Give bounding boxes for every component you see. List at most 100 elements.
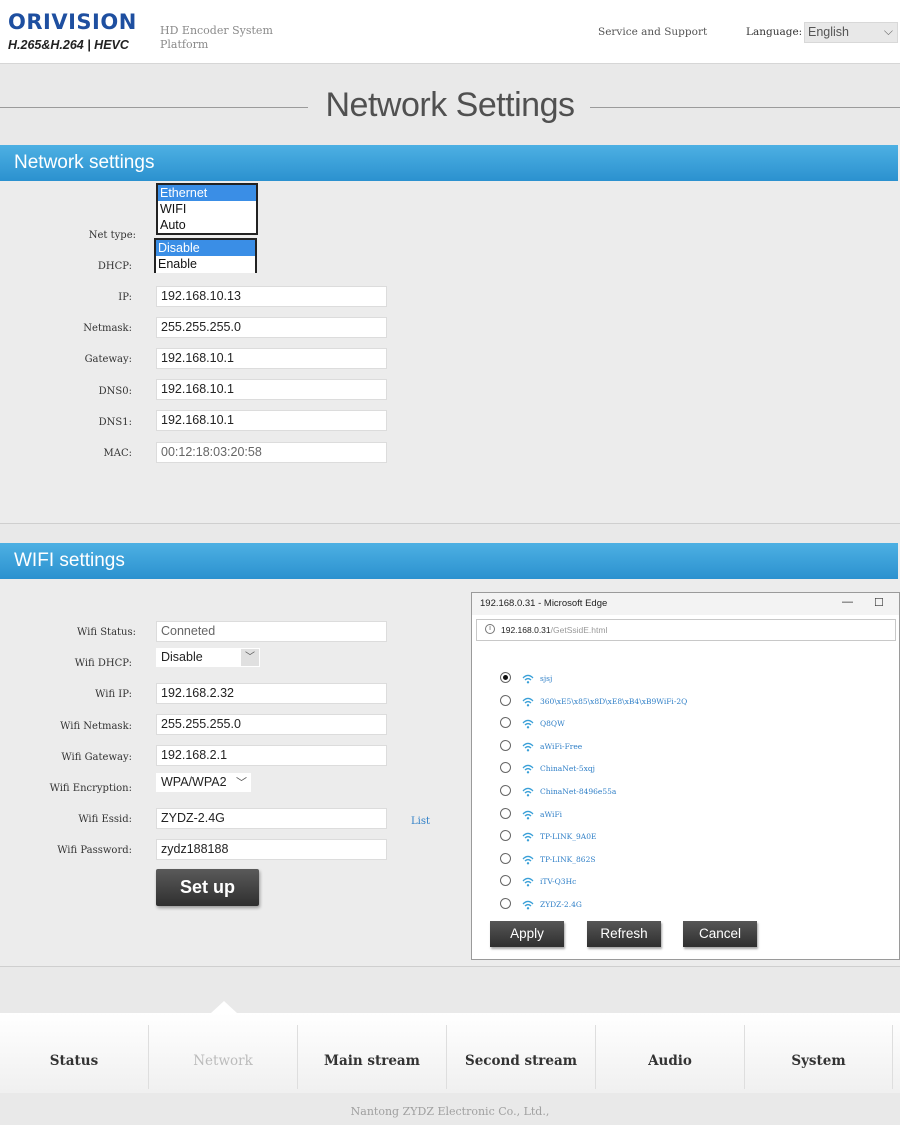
- ssid-radio[interactable]: [500, 672, 511, 683]
- ssid-radio[interactable]: [500, 694, 511, 706]
- wifi-signal-icon: [522, 694, 534, 707]
- ssid-radio[interactable]: [500, 852, 511, 864]
- ssid-name: iTV-Q3Hc: [540, 877, 577, 887]
- chevron-down-icon: ⌵: [883, 24, 893, 38]
- dhcp-option[interactable]: Enable: [156, 256, 255, 272]
- nav-item-audio[interactable]: Audio: [596, 1025, 745, 1089]
- ssid-name: aWiFi-Free: [540, 741, 583, 751]
- page-title: Network Settings: [0, 86, 900, 125]
- apply-button[interactable]: Apply: [490, 921, 564, 947]
- ssid-name: TP-LINK_9A0E: [540, 832, 597, 842]
- cancel-button[interactable]: Cancel: [683, 921, 757, 947]
- url-path: /GetSsidE.html: [550, 625, 608, 635]
- nav-active-indicator: [211, 1001, 237, 1013]
- wifi-gateway-label: Wifi Gateway:: [61, 752, 132, 763]
- platform-title: HD Encoder System Platform: [160, 24, 273, 51]
- refresh-button[interactable]: Refresh: [587, 921, 661, 947]
- ssid-radio[interactable]: [500, 785, 511, 796]
- chevron-down-icon: ﹀: [236, 777, 247, 789]
- wifi-encryption-value: WPA/WPA2: [161, 775, 227, 789]
- wifi-signal-icon: [522, 897, 534, 910]
- ssid-radio[interactable]: [500, 739, 511, 751]
- wifi-status-label: Wifi Status:: [77, 627, 136, 638]
- net-type-listbox[interactable]: Ethernet WIFI Auto: [156, 183, 258, 235]
- network-settings-panel: Network settings: [0, 145, 900, 524]
- gateway-input[interactable]: 192.168.10.1: [156, 348, 387, 369]
- dns0-label: DNS0:: [98, 386, 132, 397]
- ssid-name: TP-LINK_862S: [540, 854, 596, 864]
- ssid-radio[interactable]: [500, 898, 511, 909]
- nav-item-network[interactable]: Network: [149, 1025, 298, 1089]
- url-host: 192.168.0.31: [501, 625, 551, 635]
- ip-input[interactable]: 192.168.10.13: [156, 286, 387, 307]
- mac-field: 00:12:18:03:20:58: [156, 442, 387, 463]
- ssid-list-link[interactable]: List: [411, 816, 430, 827]
- net-type-label: Net type:: [88, 230, 136, 241]
- ssid-name: aWiFi: [540, 809, 563, 819]
- wifi-password-input[interactable]: zydz188188: [156, 839, 387, 860]
- ssid-name: sjsj: [540, 674, 553, 683]
- wifi-signal-icon: [522, 784, 534, 797]
- wifi-password-label: Wifi Password:: [57, 845, 132, 856]
- net-type-option[interactable]: Auto: [158, 217, 256, 233]
- wifi-dhcp-value: Disable: [161, 650, 203, 664]
- wifi-encryption-label: Wifi Encryption:: [49, 783, 132, 794]
- top-header: ORIVISION H.265&H.264 | HEVC HD Encoder …: [0, 0, 900, 64]
- nav-item-main-stream[interactable]: Main stream: [298, 1025, 447, 1089]
- wifi-essid-input[interactable]: ZYDZ-2.4G: [156, 808, 387, 829]
- ssid-name: ChinaNet-8496e55a: [540, 787, 617, 796]
- language-select[interactable]: English ⌵: [804, 22, 898, 43]
- service-support-link[interactable]: Service and Support: [598, 26, 707, 38]
- wifi-signal-icon: [522, 874, 534, 887]
- info-icon: i: [485, 624, 495, 634]
- minimize-icon[interactable]: —: [842, 596, 853, 608]
- ssid-name: 360\xE5\x85\x8D\xE8\xB4\xB9WiFi-2Q: [540, 696, 688, 706]
- wifi-dhcp-label: Wifi DHCP:: [74, 658, 132, 669]
- nav-item-status[interactable]: Status: [0, 1025, 149, 1089]
- mac-label: MAC:: [103, 448, 132, 459]
- wifi-essid-label: Wifi Essid:: [78, 814, 132, 825]
- popup-address-bar[interactable]: i 192.168.0.31/GetSsidE.html: [476, 619, 896, 641]
- setup-button[interactable]: Set up: [156, 869, 259, 906]
- net-type-option[interactable]: Ethernet: [158, 185, 256, 201]
- wifi-netmask-input[interactable]: 255.255.255.0: [156, 714, 387, 735]
- net-type-option[interactable]: WIFI: [158, 201, 256, 217]
- popup-window-title: 192.168.0.31 - Microsoft Edge: [480, 598, 608, 609]
- wifi-settings-heading: WIFI settings: [0, 543, 898, 579]
- wifi-signal-icon: [522, 852, 534, 865]
- wifi-signal-icon: [522, 739, 534, 752]
- dhcp-label: DHCP:: [97, 261, 132, 272]
- popup-titlebar: 192.168.0.31 - Microsoft Edge — ☐: [472, 593, 899, 615]
- network-settings-heading: Network settings: [0, 145, 898, 181]
- ssid-name: ZYDZ-2.4G: [540, 900, 582, 909]
- footer-company: Nantong ZYDZ Electronic Co., Ltd.,: [350, 1105, 550, 1118]
- dhcp-listbox[interactable]: Disable Enable: [154, 238, 257, 273]
- wifi-netmask-label: Wifi Netmask:: [60, 721, 132, 732]
- dns1-input[interactable]: 192.168.10.1: [156, 410, 387, 431]
- wifi-signal-icon: [522, 761, 534, 774]
- netmask-label: Netmask:: [83, 323, 132, 334]
- logo: ORIVISION: [8, 10, 137, 34]
- maximize-icon[interactable]: ☐: [874, 596, 884, 609]
- nav-item-second-stream[interactable]: Second stream: [447, 1025, 596, 1089]
- nav-item-system[interactable]: System: [745, 1025, 893, 1089]
- dhcp-option[interactable]: Disable: [156, 240, 255, 256]
- logo-subtitle: H.265&H.264 | HEVC: [8, 38, 129, 52]
- wifi-encryption-select[interactable]: WPA/WPA2 ﹀: [156, 773, 251, 792]
- wifi-signal-icon: [522, 829, 534, 842]
- wifi-gateway-input[interactable]: 192.168.2.1: [156, 745, 387, 766]
- gateway-label: Gateway:: [84, 354, 132, 365]
- wifi-status-field: Conneted: [156, 621, 387, 642]
- dns0-input[interactable]: 192.168.10.1: [156, 379, 387, 400]
- ssid-popup-window: 192.168.0.31 - Microsoft Edge — ☐ i 192.…: [471, 592, 900, 960]
- wifi-dhcp-select[interactable]: Disable ﹀: [156, 648, 260, 667]
- netmask-input[interactable]: 255.255.255.0: [156, 317, 387, 338]
- ssid-radio[interactable]: [500, 807, 511, 819]
- wifi-signal-icon: [522, 807, 534, 820]
- wifi-signal-icon: [522, 716, 534, 729]
- ip-label: IP:: [118, 292, 132, 303]
- wifi-ip-input[interactable]: 192.168.2.32: [156, 683, 387, 704]
- ssid-name: Q8QW: [540, 719, 565, 729]
- language-label: Language:: [746, 26, 803, 38]
- chevron-down-icon: ﹀: [241, 649, 259, 666]
